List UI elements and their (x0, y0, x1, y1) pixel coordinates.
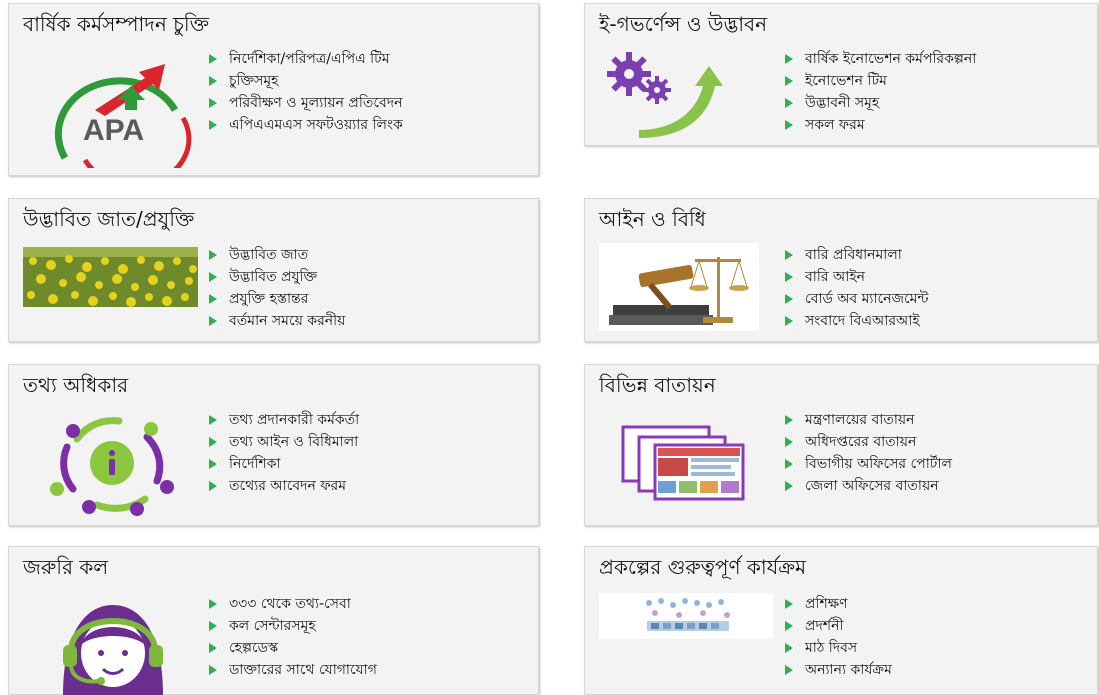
bullet-arrow-icon (785, 76, 793, 86)
list-item[interactable]: উদ্ভাবিত প্রযুক্তি (209, 266, 345, 288)
web-portals-icon (621, 425, 745, 501)
list-item[interactable]: মাঠ দিবস (785, 637, 892, 659)
bullet-arrow-icon (209, 415, 217, 425)
list-item[interactable]: মন্ত্রণালয়ের বাতায়ন (785, 409, 952, 431)
bullet-arrow-icon (209, 481, 217, 491)
bullet-arrow-icon (785, 437, 793, 447)
egov-section: ই-গভর্ণেন্স ও উদ্ভাবন বার্ষিক ইনোভেশন কর… (584, 3, 1098, 146)
list-item[interactable]: তথ্যের আবেদন ফরম (209, 475, 359, 497)
varieties-link-list: উদ্ভাবিত জাত উদ্ভাবিত প্রযুক্তি প্রযুক্ত… (209, 244, 345, 332)
service-boxes-page: বার্ষিক কর্মসম্পাদন চুক্তি APA নির্দেশিক… (0, 0, 1099, 695)
bullet-arrow-icon (209, 643, 217, 653)
rti-section-title: তথ্য অধিকার (23, 373, 129, 397)
mustard-field-image (23, 247, 198, 307)
bullet-arrow-icon (209, 120, 217, 130)
project-activities-section: প্রকল্পের গুরুত্বপূর্ণ কার্যক্রম প্রশিক্… (584, 546, 1098, 694)
list-item[interactable]: প্রদর্শনী (785, 615, 892, 637)
bullet-arrow-icon (785, 643, 793, 653)
egov-link-list: বার্ষিক ইনোভেশন কর্মপরিকল্পনা ইনোভেশন টি… (785, 48, 976, 136)
info-people-icon (50, 417, 174, 516)
list-item[interactable]: বার্ষিক ইনোভেশন কর্মপরিকল্পনা (785, 48, 976, 70)
apa-section-title: বার্ষিক কর্মসম্পাদন চুক্তি (23, 12, 210, 36)
bullet-arrow-icon (785, 665, 793, 675)
bullet-arrow-icon (209, 76, 217, 86)
portals-link-list: মন্ত্রণালয়ের বাতায়ন অধিদপ্তরের বাতায়ন… (785, 409, 952, 497)
bullet-arrow-icon (785, 415, 793, 425)
law-section: আইন ও বিধি বারি প্রবিধানমালা বারি আইন বো… (584, 198, 1098, 342)
apa-link-list: নির্দেশিকা/পরিপত্র/এপিএ টিম চুক্তিসমূহ প… (209, 48, 403, 136)
bullet-arrow-icon (209, 98, 217, 108)
apa-section: বার্ষিক কর্মসম্পাদন চুক্তি APA নির্দেশিক… (8, 3, 539, 176)
list-item[interactable]: সকল ফরম (785, 114, 976, 136)
apa-logo-icon: APA (54, 64, 192, 168)
list-item[interactable]: বোর্ড অব ম্যানেজমেন্ট (785, 288, 928, 310)
bullet-arrow-icon (209, 437, 217, 447)
emergency-call-section: জরুরি কল ৩৩৩ থেকে তথ্য-সেবা কল সেন্টারসম… (8, 546, 539, 695)
emergency-call-link-list: ৩৩৩ থেকে তথ্য-সেবা কল সেন্টারসমূহ হেল্পড… (209, 593, 377, 681)
list-item[interactable]: সংবাদে বিএআরআই (785, 310, 928, 332)
bullet-arrow-icon (785, 250, 793, 260)
bullet-arrow-icon (209, 54, 217, 64)
bullet-arrow-icon (209, 294, 217, 304)
bullet-arrow-icon (785, 459, 793, 469)
bullet-arrow-icon (209, 665, 217, 675)
bullet-arrow-icon (209, 599, 217, 609)
list-item[interactable]: প্রশিক্ষণ (785, 593, 892, 615)
bullet-arrow-icon (785, 621, 793, 631)
call-center-agent-icon (63, 605, 163, 695)
bullet-arrow-icon (209, 316, 217, 326)
project-activities-link-list: প্রশিক্ষণ প্রদর্শনী মাঠ দিবস অন্যান্য কা… (785, 593, 892, 681)
list-item[interactable]: চুক্তিসমূহ (209, 70, 403, 92)
bullet-arrow-icon (785, 294, 793, 304)
project-activities-section-title: প্রকল্পের গুরুত্বপূর্ণ কার্যক্রম (599, 555, 807, 579)
bullet-arrow-icon (209, 459, 217, 469)
gears-arrow-icon (607, 52, 723, 138)
law-scales-gavel-image (599, 243, 759, 331)
list-item[interactable]: তথ্য প্রদানকারী কর্মকর্তা (209, 409, 359, 431)
list-item[interactable]: তথ্য আইন ও বিধিমালা (209, 431, 359, 453)
list-item[interactable]: হেল্পডেস্ক (209, 637, 377, 659)
bullet-arrow-icon (785, 599, 793, 609)
list-item[interactable]: পরিবীক্ষণ ও মূল্যায়ন প্রতিবেদন (209, 92, 403, 114)
list-item[interactable]: বারি আইন (785, 266, 928, 288)
varieties-section-title: উদ্ভাবিত জাত/প্রযুক্তি (23, 207, 195, 231)
list-item[interactable]: জেলা অফিসের বাতায়ন (785, 475, 952, 497)
bullet-arrow-icon (209, 621, 217, 631)
bullet-arrow-icon (785, 481, 793, 491)
apa-logo-text: APA (83, 114, 144, 147)
list-item[interactable]: ডাক্তারের সাথে যোগাযোগ (209, 659, 377, 681)
list-item[interactable]: বর্তমান সময়ে করনীয় (209, 310, 345, 332)
bullet-arrow-icon (209, 272, 217, 282)
list-item[interactable]: উদ্ভাবনী সমূহ (785, 92, 976, 114)
law-link-list: বারি প্রবিধানমালা বারি আইন বোর্ড অব ম্যা… (785, 244, 928, 332)
bullet-arrow-icon (785, 54, 793, 64)
list-item[interactable]: অধিদপ্তরের বাতায়ন (785, 431, 952, 453)
list-item[interactable]: নির্দেশিকা/পরিপত্র/এপিএ টিম (209, 48, 403, 70)
project-infographic-image (599, 593, 773, 639)
egov-section-title: ই-গভর্ণেন্স ও উদ্ভাবন (599, 12, 768, 36)
list-item[interactable]: ৩৩৩ থেকে তথ্য-সেবা (209, 593, 377, 615)
list-item[interactable]: উদ্ভাবিত জাত (209, 244, 345, 266)
portals-section: বিভিন্ন বাতায়ন মন্ত্রণালয়ের বাতায়ন অধ… (584, 364, 1098, 526)
list-item[interactable]: কল সেন্টারসমূহ (209, 615, 377, 637)
rti-section: তথ্য অধিকার তথ্য প্রদানকারী কর্মকর্তা তথ… (8, 364, 539, 526)
list-item[interactable]: বিভাগীয় অফিসের পোর্টাল (785, 453, 952, 475)
emergency-call-section-title: জরুরি কল (23, 555, 109, 579)
portals-section-title: বিভিন্ন বাতায়ন (599, 373, 716, 397)
bullet-arrow-icon (209, 250, 217, 260)
bullet-arrow-icon (785, 272, 793, 282)
list-item[interactable]: প্রযুক্তি হস্তান্তর (209, 288, 345, 310)
law-section-title: আইন ও বিধি (599, 207, 706, 231)
bullet-arrow-icon (785, 120, 793, 130)
list-item[interactable]: এপিএএমএস সফটওয়্যার লিংক (209, 114, 403, 136)
bullet-arrow-icon (785, 98, 793, 108)
list-item[interactable]: অন্যান্য কার্যক্রম (785, 659, 892, 681)
varieties-section: উদ্ভাবিত জাত/প্রযুক্তি উদ্ভাবিত জাত উদ্ভ… (8, 198, 539, 342)
bullet-arrow-icon (785, 316, 793, 326)
list-item[interactable]: নির্দেশিকা (209, 453, 359, 475)
list-item[interactable]: বারি প্রবিধানমালা (785, 244, 928, 266)
rti-link-list: তথ্য প্রদানকারী কর্মকর্তা তথ্য আইন ও বিধ… (209, 409, 359, 497)
list-item[interactable]: ইনোভেশন টিম (785, 70, 976, 92)
